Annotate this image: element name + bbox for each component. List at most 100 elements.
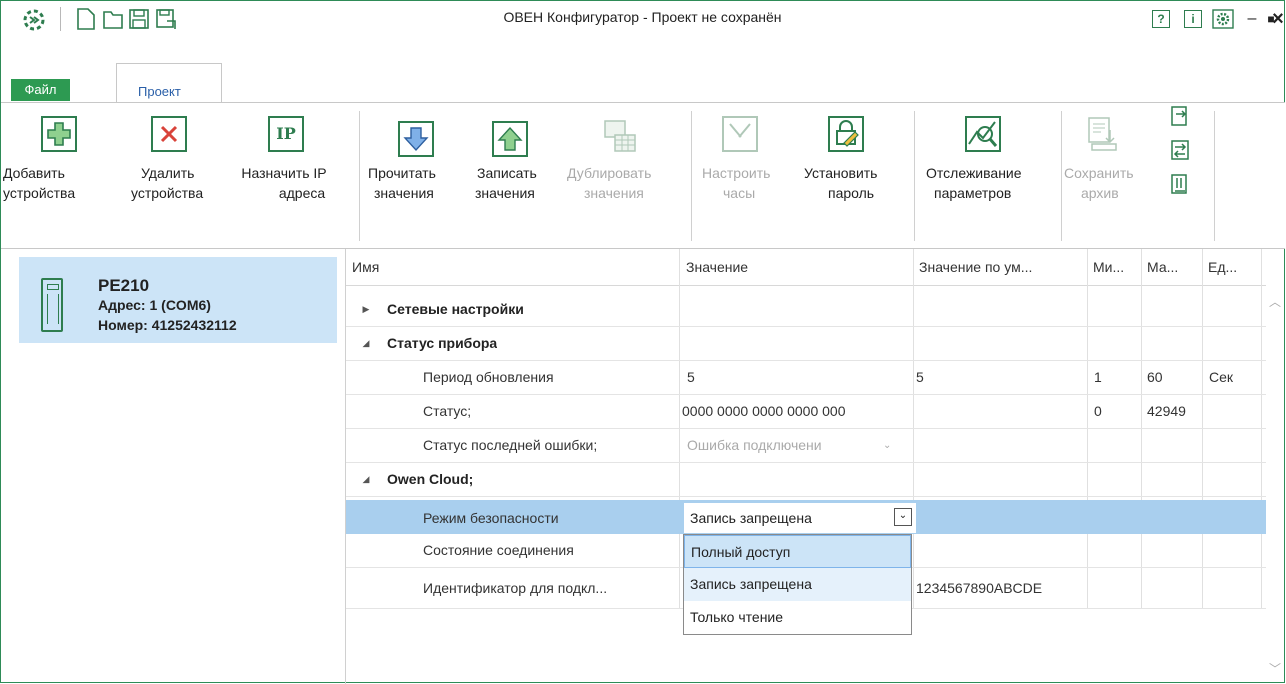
- set-password-button[interactable]: Установить пароль: [780, 116, 880, 226]
- ribbon-label: значения: [475, 185, 535, 201]
- ribbon-label: значения: [584, 185, 644, 201]
- column-header-name[interactable]: Имя: [352, 249, 672, 285]
- delete-x-icon: [151, 116, 187, 152]
- ribbon-label: Настроить: [702, 165, 771, 181]
- ribbon-label: устройства: [131, 185, 204, 201]
- lock-pencil-icon: [828, 116, 864, 152]
- parameter-grid: Имя Значение Значение по ум... Ми... Ма.…: [346, 249, 1266, 684]
- security-mode-dropdown: Полный доступ Запись запрещена Только чт…: [683, 534, 912, 635]
- row-name: Статус последней ошибки;: [423, 437, 598, 453]
- device-address: Адрес: 1 (COM6): [98, 297, 211, 313]
- scroll-up-arrow-icon[interactable]: ︿: [1266, 293, 1284, 309]
- ribbon: Добавить устройства Удалить устройства I…: [1, 102, 1285, 249]
- ribbon-label: Сохранить: [1064, 165, 1134, 181]
- column-header-min[interactable]: Ми...: [1093, 249, 1133, 285]
- ribbon-label: устройства: [3, 185, 76, 201]
- title-bar: ОВЕН Конфигуратор - Проект не сохранён ?…: [1, 1, 1284, 57]
- row-default: 5: [916, 369, 924, 385]
- table-row[interactable]: ◢ Статус прибора: [346, 327, 1266, 361]
- expand-arrow-icon[interactable]: ▶: [359, 293, 373, 326]
- add-devices-button[interactable]: Добавить устройства: [3, 116, 95, 226]
- row-default: 1234567890ABCDE: [916, 580, 1043, 596]
- row-name: Режим безопасности: [423, 510, 559, 526]
- row-min: 0: [1094, 403, 1102, 419]
- duplicate-table-icon: [603, 119, 639, 155]
- ribbon-label: Прочитать: [368, 165, 436, 181]
- upload-arrow-icon: [492, 121, 528, 157]
- ribbon-separator: [1214, 111, 1215, 241]
- chevron-down-icon: ⌄: [883, 440, 892, 451]
- ribbon-separator: [914, 111, 915, 241]
- monitor-params-button[interactable]: Отслеживание параметров: [921, 116, 1041, 226]
- scroll-down-arrow-icon[interactable]: ﹀: [1266, 660, 1284, 676]
- dropdown-option[interactable]: Только чтение: [684, 601, 911, 634]
- tab-file[interactable]: Файл: [11, 79, 70, 101]
- row-name: Период обновления: [423, 369, 554, 385]
- download-arrow-icon: [398, 121, 434, 157]
- set-clock-button[interactable]: Настроить часы: [700, 116, 780, 226]
- ribbon-label: архив: [1081, 185, 1119, 201]
- collapse-arrow-icon[interactable]: ◢: [359, 463, 373, 496]
- dropdown-option[interactable]: Запись запрещена: [684, 568, 911, 601]
- column-header-unit[interactable]: Ед...: [1208, 249, 1244, 285]
- ribbon-label: Отслеживание: [926, 165, 1022, 181]
- import-icon[interactable]: [1171, 174, 1189, 196]
- ribbon-label: адреса: [278, 185, 326, 201]
- device-name: PE210: [98, 276, 150, 295]
- write-values-button[interactable]: Записать значения: [475, 116, 565, 226]
- select-value: Запись запрещена: [690, 510, 812, 526]
- add-plus-icon: [41, 116, 77, 152]
- help-button[interactable]: ?: [1152, 10, 1170, 28]
- ribbon-label: Дублировать: [567, 165, 652, 181]
- close-button[interactable]: ×: [1263, 7, 1286, 31]
- clock-icon: [722, 116, 758, 152]
- device-card[interactable]: PE210 Адрес: 1 (COM6) Номер: 41252432112: [19, 257, 337, 343]
- save-archive-button[interactable]: Сохранить архив: [1064, 116, 1144, 226]
- settings-gear-icon[interactable]: [1212, 9, 1234, 29]
- device-number: Номер: 41252432112: [98, 317, 237, 333]
- column-header-max[interactable]: Ма...: [1147, 249, 1187, 285]
- ribbon-label: значения: [374, 185, 434, 201]
- row-name: Статус прибора: [387, 335, 498, 351]
- delete-devices-button[interactable]: Удалить устройства: [131, 116, 226, 226]
- ribbon-label: Добавить: [3, 165, 65, 181]
- duplicate-values-button[interactable]: Дублировать значения: [567, 116, 682, 226]
- ribbon-separator: [1061, 111, 1062, 241]
- row-unit: Сек: [1209, 369, 1234, 385]
- ribbon-label: Удалить: [141, 165, 195, 181]
- table-row[interactable]: Статус последней ошибки; Ошибка подключе…: [346, 429, 1266, 463]
- table-row[interactable]: Период обновления 5 5 1 60 Сек: [346, 361, 1266, 395]
- row-value[interactable]: 5: [687, 361, 695, 394]
- table-row[interactable]: Статус; 0000 0000 0000 0000 000 0 42949: [346, 395, 1266, 429]
- row-name: Статус;: [423, 403, 472, 419]
- ribbon-label: Назначить IP: [241, 165, 327, 181]
- export-icon[interactable]: [1171, 106, 1189, 128]
- row-value[interactable]: Ошибка подключени: [687, 429, 872, 462]
- ribbon-label: параметров: [934, 185, 1012, 201]
- read-values-button[interactable]: Прочитать значения: [366, 116, 466, 226]
- ribbon-label: Записать: [477, 165, 537, 181]
- ribbon-label: пароль: [828, 185, 875, 201]
- row-min: 1: [1094, 369, 1102, 385]
- assign-ip-button[interactable]: IP Назначить IP адреса: [234, 116, 334, 226]
- dropdown-option[interactable]: Полный доступ: [684, 535, 911, 568]
- column-header-default[interactable]: Значение по ум...: [919, 249, 1089, 285]
- swap-icon[interactable]: [1171, 140, 1189, 162]
- device-icon: [41, 278, 63, 332]
- collapse-arrow-icon[interactable]: ◢: [359, 327, 373, 360]
- row-name: Состояние соединения: [423, 542, 574, 558]
- tab-project[interactable]: Проект: [116, 63, 222, 103]
- table-row[interactable]: ◢ Owen Cloud;: [346, 463, 1266, 497]
- table-row[interactable]: ▶ Сетевые настройки: [346, 293, 1266, 327]
- row-value[interactable]: 0000 0000 0000 0000 000: [682, 395, 913, 428]
- column-header-value[interactable]: Значение: [686, 249, 906, 285]
- row-max: 60: [1147, 369, 1163, 385]
- window-title: ОВЕН Конфигуратор - Проект не сохранён: [503, 9, 782, 25]
- device-panel: PE210 Адрес: 1 (COM6) Номер: 41252432112: [1, 249, 346, 684]
- ip-icon: IP: [268, 116, 304, 152]
- ribbon-label: Установить: [804, 165, 878, 181]
- chevron-down-icon[interactable]: ⌄: [894, 508, 912, 526]
- ribbon-separator: [691, 111, 692, 241]
- security-mode-select[interactable]: Запись запрещена ⌄: [684, 503, 916, 533]
- info-button[interactable]: i: [1184, 10, 1202, 28]
